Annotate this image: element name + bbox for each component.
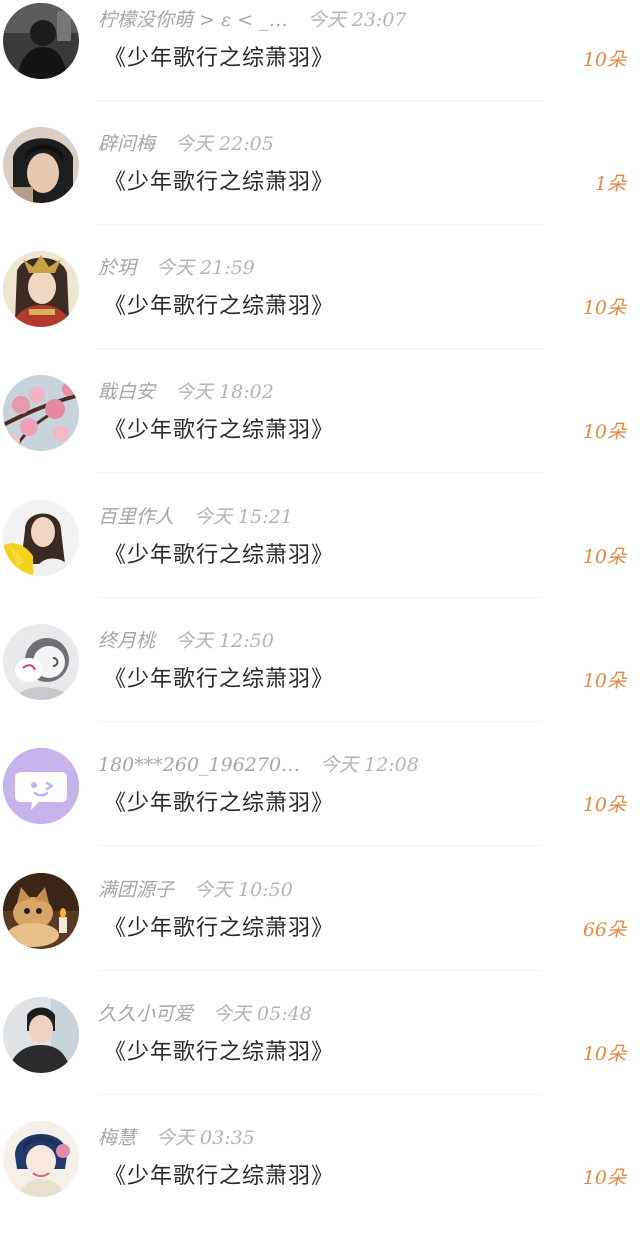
gift-meta: 於玥 今天 21:59 bbox=[98, 254, 255, 282]
photo-avatar-illustration bbox=[3, 251, 79, 327]
username[interactable]: 於玥 bbox=[98, 254, 136, 282]
book-title: 《少年歌行之综萧羽》 bbox=[104, 418, 335, 443]
gift-meta: 戢白安 今天 18:02 bbox=[98, 378, 274, 406]
flower-count: 10朵 bbox=[582, 421, 626, 443]
timestamp: 今天 22:05 bbox=[175, 133, 274, 155]
list-item[interactable]: 终月桃 今天 12:50 《少年歌行之综萧羽》 10朵 bbox=[0, 621, 640, 745]
book-title: 《少年歌行之综萧羽》 bbox=[104, 667, 335, 692]
default-chat-avatar-icon bbox=[3, 748, 79, 824]
timestamp: 今天 23:07 bbox=[307, 9, 407, 31]
list-item[interactable]: 百里作人 今天 15:21 《少年歌行之综萧羽》 10朵 bbox=[0, 497, 640, 621]
gift-meta: 满团源子 今天 10:50 bbox=[98, 876, 293, 904]
username[interactable]: 柠檬没你萌 > ε < _… bbox=[98, 6, 288, 34]
divider bbox=[98, 472, 542, 473]
book-title: 《少年歌行之综萧羽》 bbox=[104, 46, 335, 71]
divider bbox=[98, 970, 542, 971]
list-item[interactable]: 满团源子 今天 10:50 《少年歌行之综萧羽》 66朵 bbox=[0, 870, 640, 994]
divider bbox=[98, 1094, 542, 1095]
username[interactable]: 戢白安 bbox=[98, 378, 155, 406]
gift-meta: 梅慧 今天 03:35 bbox=[98, 1124, 255, 1152]
book-title: 《少年歌行之综萧羽》 bbox=[104, 791, 335, 816]
book-title: 《少年歌行之综萧羽》 bbox=[104, 294, 335, 319]
flower-count: 10朵 bbox=[582, 546, 626, 568]
flower-count: 10朵 bbox=[582, 670, 626, 692]
timestamp: 今天 21:59 bbox=[156, 257, 255, 279]
photo-avatar-blossom bbox=[3, 375, 79, 451]
divider bbox=[98, 597, 542, 598]
list-item[interactable]: 戢白安 今天 18:02 《少年歌行之综萧羽》 10朵 bbox=[0, 372, 640, 496]
avatar[interactable] bbox=[3, 375, 79, 451]
gift-meta: 百里作人 今天 15:21 bbox=[98, 503, 293, 531]
username[interactable]: 久久小可爱 bbox=[98, 1000, 193, 1028]
username[interactable]: 终月桃 bbox=[98, 627, 155, 655]
gift-meta: 180***260_196270… 今天 12:08 bbox=[98, 751, 419, 779]
flower-count: 66朵 bbox=[582, 919, 626, 941]
flower-count: 10朵 bbox=[582, 297, 626, 319]
flower-count: 10朵 bbox=[582, 49, 626, 71]
book-title: 《少年歌行之综萧羽》 bbox=[104, 170, 335, 195]
avatar[interactable] bbox=[3, 748, 79, 824]
book-title: 《少年歌行之综萧羽》 bbox=[104, 916, 335, 941]
flower-count: 10朵 bbox=[582, 1167, 626, 1189]
photo-avatar-dark bbox=[3, 3, 79, 79]
avatar[interactable] bbox=[3, 127, 79, 203]
username[interactable]: 百里作人 bbox=[98, 503, 174, 531]
photo-avatar-boy bbox=[3, 997, 79, 1073]
timestamp: 今天 15:21 bbox=[194, 506, 293, 528]
divider bbox=[98, 721, 542, 722]
username[interactable]: 辟问梅 bbox=[98, 130, 155, 158]
timestamp: 今天 12:50 bbox=[175, 630, 274, 652]
avatar[interactable] bbox=[3, 500, 79, 576]
divider bbox=[98, 224, 542, 225]
timestamp: 今天 03:35 bbox=[156, 1127, 255, 1149]
book-title: 《少年歌行之综萧羽》 bbox=[104, 1164, 335, 1189]
gift-meta: 辟问梅 今天 22:05 bbox=[98, 130, 274, 158]
gift-meta: 终月桃 今天 12:50 bbox=[98, 627, 274, 655]
timestamp: 今天 18:02 bbox=[175, 381, 274, 403]
gift-meta: 柠檬没你萌 > ε < _… 今天 23:07 bbox=[98, 6, 407, 34]
list-item[interactable]: 柠檬没你萌 > ε < _… 今天 23:07 《少年歌行之综萧羽》 10朵 bbox=[0, 0, 640, 124]
list-item[interactable]: 於玥 今天 21:59 《少年歌行之综萧羽》 10朵 bbox=[0, 248, 640, 372]
list-item[interactable]: 梅慧 今天 03:35 《少年歌行之综萧羽》 10朵 bbox=[0, 1118, 640, 1242]
timestamp: 今天 10:50 bbox=[194, 879, 293, 901]
timestamp: 今天 12:08 bbox=[320, 754, 419, 776]
divider bbox=[98, 348, 542, 349]
photo-avatar-cartoon bbox=[3, 624, 79, 700]
book-title: 《少年歌行之综萧羽》 bbox=[104, 1040, 335, 1065]
avatar[interactable] bbox=[3, 873, 79, 949]
flower-count: 10朵 bbox=[582, 1043, 626, 1065]
photo-avatar-portrait bbox=[3, 127, 79, 203]
avatar[interactable] bbox=[3, 3, 79, 79]
avatar[interactable] bbox=[3, 251, 79, 327]
gift-meta: 久久小可爱 今天 05:48 bbox=[98, 1000, 312, 1028]
avatar[interactable] bbox=[3, 997, 79, 1073]
avatar[interactable] bbox=[3, 1121, 79, 1197]
timestamp: 今天 05:48 bbox=[213, 1003, 312, 1025]
divider bbox=[98, 845, 542, 846]
photo-avatar-ink-girl bbox=[3, 1121, 79, 1197]
book-title: 《少年歌行之综萧羽》 bbox=[104, 543, 335, 568]
photo-avatar-girl-yellow bbox=[3, 500, 79, 576]
avatar[interactable] bbox=[3, 624, 79, 700]
gift-record-list: 柠檬没你萌 > ε < _… 今天 23:07 《少年歌行之综萧羽》 10朵 辟问… bbox=[0, 0, 640, 1199]
flower-count: 1朵 bbox=[594, 173, 626, 195]
username[interactable]: 满团源子 bbox=[98, 876, 174, 904]
username[interactable]: 180***260_196270… bbox=[98, 751, 300, 779]
divider bbox=[98, 100, 542, 101]
list-item[interactable]: 辟问梅 今天 22:05 《少年歌行之综萧羽》 1朵 bbox=[0, 124, 640, 248]
photo-avatar-cat bbox=[3, 873, 79, 949]
list-item[interactable]: 久久小可爱 今天 05:48 《少年歌行之综萧羽》 10朵 bbox=[0, 994, 640, 1118]
list-item[interactable]: 180***260_196270… 今天 12:08 《少年歌行之综萧羽》 10朵 bbox=[0, 745, 640, 869]
flower-count: 10朵 bbox=[582, 794, 626, 816]
username[interactable]: 梅慧 bbox=[98, 1124, 136, 1152]
